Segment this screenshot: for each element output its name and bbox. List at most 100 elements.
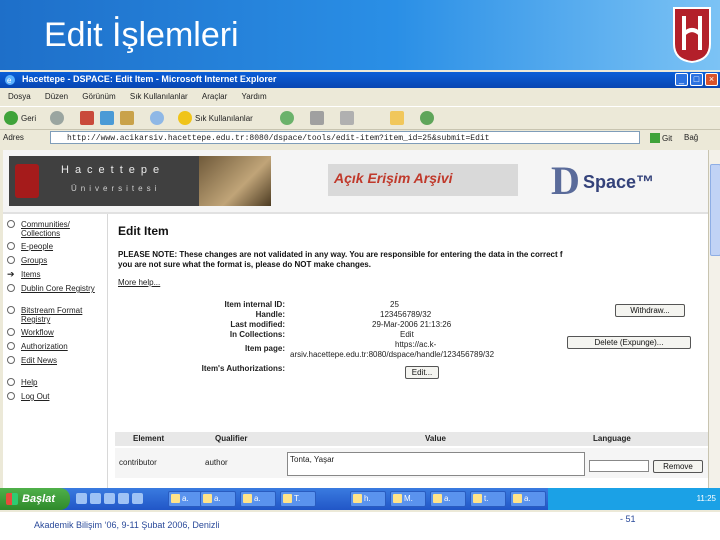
collections-label: In Collections: — [229, 330, 285, 339]
dspace-logo[interactable]: D Space™ — [551, 158, 699, 204]
internet-explorer-icon: e — [5, 75, 15, 85]
forward-button[interactable] — [50, 110, 67, 126]
favorites-button[interactable]: Sık Kullanılanlar — [178, 110, 253, 126]
open-access-archive-logo[interactable]: Açık Erişim Arşivi — [328, 164, 518, 196]
withdraw-button[interactable]: Withdraw... — [615, 304, 685, 317]
links-label[interactable]: Bağ — [684, 133, 698, 142]
circle-icon — [7, 328, 15, 336]
history-button[interactable] — [280, 110, 297, 126]
collections-value[interactable]: Edit — [400, 330, 414, 340]
sidebar-item-groups[interactable]: Groups — [7, 256, 105, 265]
address-input[interactable]: http://www.acikarsiv.hacettepe.edu.tr:80… — [50, 131, 640, 144]
sidebar-item-workflow[interactable]: Workflow — [7, 328, 105, 337]
menu-help[interactable]: Yardım — [242, 90, 267, 104]
vertical-scrollbar[interactable] — [708, 150, 720, 494]
back-button[interactable]: Geri — [4, 110, 36, 126]
hacettepe-logo-icon — [673, 7, 711, 64]
circle-icon — [7, 342, 15, 350]
menu-view[interactable]: Görünüm — [82, 90, 115, 104]
handle-label: Handle: — [255, 310, 285, 319]
print-button[interactable] — [340, 110, 357, 126]
menu-edit[interactable]: Düzen — [45, 90, 68, 104]
circle-icon — [7, 284, 15, 292]
sidebar-item-items[interactable]: ➔ Items — [7, 269, 105, 280]
taskbar-button[interactable]: T. — [280, 491, 316, 507]
go-button[interactable]: Git — [650, 131, 672, 145]
sidebar-item-edit-news[interactable]: Edit News — [7, 356, 105, 365]
internal-id-label: Item internal ID: — [224, 300, 285, 309]
sidebar-item-logout[interactable]: Log Out — [7, 392, 105, 401]
close-button[interactable]: × — [705, 73, 718, 86]
value-textarea[interactable]: Tonta, Yaşar — [287, 452, 585, 476]
start-button[interactable]: Başlat — [0, 488, 70, 510]
messenger-icon — [420, 111, 434, 125]
mail-button[interactable] — [310, 110, 327, 126]
language-input[interactable] — [589, 460, 649, 472]
last-modified-value: 29-Mar-2006 21:13:26 — [372, 320, 452, 329]
app-icon — [513, 494, 522, 503]
hacettepe-banner[interactable]: Hacettepe Üniversitesi — [9, 156, 271, 206]
sidebar-item-authorization[interactable]: Authorization — [7, 342, 105, 351]
minimize-button[interactable]: _ — [675, 73, 688, 86]
taskbar-button[interactable]: a. — [200, 491, 236, 507]
sidebar-item-bitstream-format[interactable]: Bitstream Format Registry — [7, 306, 105, 324]
remove-button[interactable]: Remove — [653, 460, 703, 473]
last-modified-label: Last modified: — [230, 320, 285, 329]
item-page-link-line1[interactable]: https://ac.k- — [395, 340, 436, 350]
menu-file[interactable]: Dosya — [8, 90, 31, 104]
star-icon — [178, 111, 192, 125]
page-title: Edit Item — [118, 224, 169, 238]
web-page: Hacettepe Üniversitesi Açık Erişim Arşiv… — [3, 150, 708, 494]
item-page-link-line2[interactable]: arsiv.hacettepe.edu.tr:8080/dspace/handl… — [290, 350, 494, 360]
arrow-icon: ➔ — [7, 269, 15, 279]
stop-button[interactable] — [80, 110, 97, 126]
scrollbar-thumb[interactable] — [710, 164, 720, 256]
quick-launch-icon[interactable] — [118, 493, 129, 504]
system-tray: 11:25 — [548, 488, 720, 510]
column-element: Element — [133, 434, 165, 443]
authorizations-edit-button[interactable]: Edit... — [405, 366, 439, 379]
folder-button[interactable] — [390, 110, 407, 126]
refresh-icon — [100, 111, 114, 125]
delete-expunge-button[interactable]: Delete (Expunge)... — [567, 336, 691, 349]
quick-launch-icon[interactable] — [90, 493, 101, 504]
internal-id-value: 25 — [390, 300, 399, 309]
circle-icon — [7, 256, 15, 264]
taskbar-button[interactable]: t. — [470, 491, 506, 507]
quick-launch-icon[interactable] — [104, 493, 115, 504]
clock[interactable]: 11:25 — [697, 494, 716, 503]
circle-icon — [7, 392, 15, 400]
app-icon — [473, 494, 482, 503]
folder-icon — [390, 111, 404, 125]
favorites-label: Sık Kullanılanlar — [195, 113, 253, 123]
taskbar-button[interactable]: a. — [240, 491, 276, 507]
authorizations-label: Item's Authorizations: — [201, 364, 285, 373]
archive-title: Açık Erişim Arşivi — [334, 170, 453, 186]
dspace-logo-d: D — [551, 158, 580, 203]
taskbar-button[interactable]: M. — [390, 491, 426, 507]
refresh-button[interactable] — [100, 110, 117, 126]
menu-tools[interactable]: Araçlar — [202, 90, 227, 104]
maximize-button[interactable]: □ — [690, 73, 703, 86]
taskbar-button[interactable]: h. — [350, 491, 386, 507]
svg-text:e: e — [7, 76, 12, 85]
more-help-link[interactable]: More help... — [118, 278, 160, 287]
quick-launch-icon[interactable] — [76, 493, 87, 504]
sidebar-item-help[interactable]: Help — [7, 378, 105, 387]
sidebar-item-dublin-core[interactable]: Dublin Core Registry — [7, 284, 105, 293]
quick-launch — [76, 493, 146, 505]
go-arrow-icon — [650, 133, 660, 143]
sidebar-item-communities[interactable]: Communities/ Collections — [7, 220, 105, 238]
site-banner: Hacettepe Üniversitesi Açık Erişim Arşiv… — [3, 150, 708, 214]
taskbar-button[interactable]: a. — [430, 491, 466, 507]
window-title: Hacettepe - DSPACE: Edit Item - Microsof… — [22, 74, 277, 84]
taskbar-button[interactable]: a. — [168, 491, 204, 507]
taskbar-button[interactable]: a. — [510, 491, 546, 507]
menu-favorites[interactable]: Sık Kullanılanlar — [130, 90, 188, 104]
messenger-button[interactable] — [420, 110, 437, 126]
home-button[interactable] — [120, 110, 137, 126]
sidebar-item-epeople[interactable]: E-people — [7, 242, 105, 251]
search-button[interactable] — [150, 110, 167, 126]
slide-footer: Akademik Bilişim ‘06, 9-11 Şubat 2006, D… — [34, 520, 220, 530]
quick-launch-icon[interactable] — [132, 493, 143, 504]
